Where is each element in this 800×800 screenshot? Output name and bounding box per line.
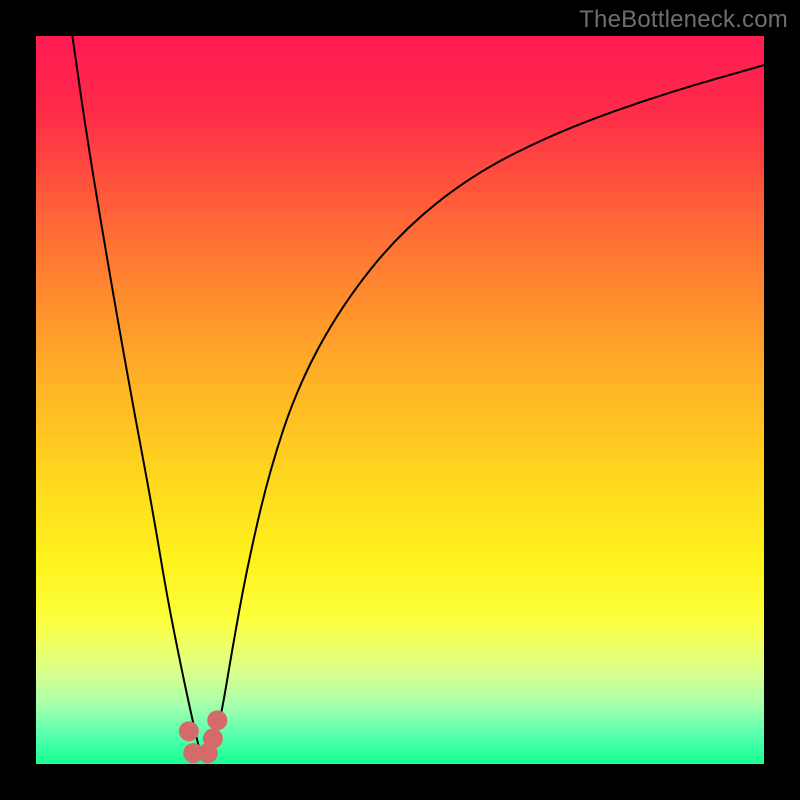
highlight-dot <box>179 721 199 741</box>
highlight-dots <box>179 710 227 763</box>
highlight-dot <box>203 729 223 749</box>
watermark-text: TheBottleneck.com <box>579 6 788 34</box>
bottleneck-curve <box>72 36 764 760</box>
plot-area <box>36 36 764 764</box>
curve-layer <box>36 36 764 764</box>
chart-frame: TheBottleneck.com <box>0 0 800 800</box>
highlight-dot <box>207 710 227 730</box>
